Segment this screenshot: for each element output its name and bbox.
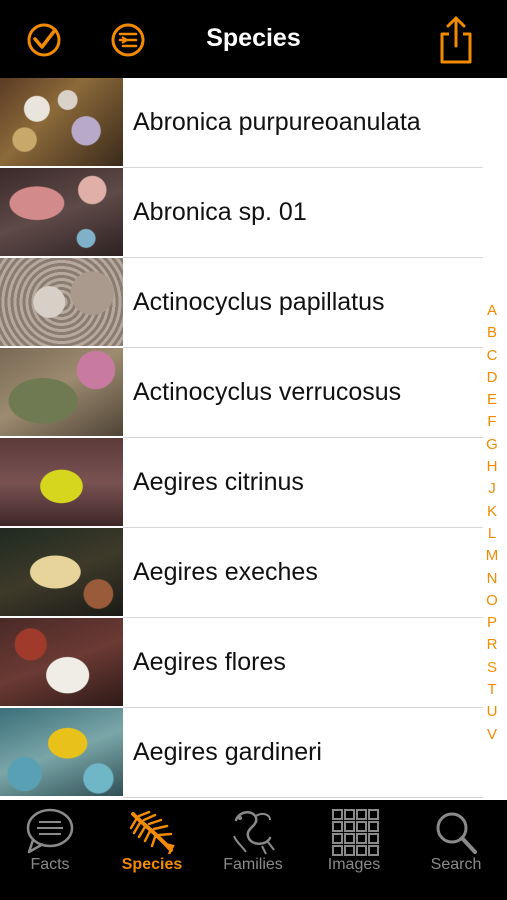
index-letter[interactable]: A [487, 300, 497, 322]
species-name: Abronica sp. 01 [133, 198, 307, 226]
index-letter[interactable]: D [487, 367, 498, 389]
index-letter[interactable]: G [486, 434, 498, 456]
magnifier-icon [436, 812, 477, 854]
species-thumbnail [0, 168, 123, 256]
tab-label: Images [327, 856, 381, 873]
index-letter[interactable]: R [487, 634, 498, 656]
species-name: Aegires exeches [133, 558, 318, 586]
tab-label: Families [223, 856, 283, 873]
species-thumbnail [0, 258, 123, 346]
species-name: Actinocyclus papillatus [133, 288, 385, 316]
alphabet-index[interactable]: ABCDEFGHJKLMNOPRSTUV [483, 300, 501, 746]
species-name: Aegires gardineri [133, 738, 322, 766]
species-thumbnail [0, 618, 123, 706]
tab-facts[interactable]: Facts [0, 800, 100, 900]
index-letter[interactable]: N [487, 568, 498, 590]
species-row[interactable]: Aegires gardineri [0, 708, 507, 798]
page-title: Species [206, 24, 301, 52]
index-letter[interactable]: K [487, 501, 497, 523]
index-letter[interactable]: C [487, 345, 498, 367]
species-thumbnail [0, 78, 123, 166]
index-letter[interactable]: M [486, 545, 499, 567]
speech-bubble-icon [26, 808, 74, 854]
tab-families[interactable]: Families [203, 800, 303, 900]
navigation-bar: Species [0, 0, 507, 78]
species-row[interactable]: Actinocyclus papillatus [0, 258, 507, 348]
species-thumbnail [0, 348, 123, 436]
index-letter[interactable]: S [487, 657, 497, 679]
tab-label: Facts [30, 856, 70, 873]
tab-bar: Facts Species Families Images Search [0, 800, 507, 900]
index-letter[interactable]: B [487, 322, 497, 344]
index-letter[interactable]: O [486, 590, 498, 612]
species-thumbnail [0, 708, 123, 796]
index-letter[interactable]: F [487, 411, 496, 433]
species-row[interactable]: Aegires citrinus [0, 438, 507, 528]
index-letter[interactable]: T [487, 679, 496, 701]
index-letter[interactable]: U [487, 701, 498, 723]
species-list: Abronica purpureoanulata Abronica sp. 01… [0, 78, 507, 800]
share-icon[interactable] [436, 14, 476, 66]
species-row[interactable]: Abronica purpureoanulata [0, 78, 507, 168]
index-letter[interactable]: P [487, 612, 497, 634]
species-row[interactable]: Aegires exeches [0, 528, 507, 618]
species-thumbnail [0, 528, 123, 616]
grid-icon [332, 809, 379, 856]
tab-images[interactable]: Images [304, 800, 404, 900]
species-name: Aegires flores [133, 648, 286, 676]
nudibranch-icon [129, 810, 175, 855]
tab-label: Species [121, 856, 183, 873]
tab-label: Search [430, 856, 482, 873]
species-thumbnail [0, 438, 123, 526]
row-divider [123, 797, 483, 798]
index-letter[interactable]: J [488, 478, 496, 500]
species-row[interactable]: Abronica sp. 01 [0, 168, 507, 258]
species-name: Aegires citrinus [133, 468, 304, 496]
index-letter[interactable]: E [487, 389, 497, 411]
species-name: Abronica purpureoanulata [133, 108, 421, 136]
index-letter[interactable]: V [487, 724, 497, 746]
index-letter[interactable]: H [487, 456, 498, 478]
species-row[interactable]: Aegires flores [0, 618, 507, 708]
family-sketch-icon [233, 811, 275, 855]
species-name: Actinocyclus verrucosus [133, 378, 402, 406]
index-letter[interactable]: L [488, 523, 496, 545]
tab-search[interactable]: Search [406, 800, 506, 900]
species-row[interactable]: Actinocyclus verrucosus [0, 348, 507, 438]
tab-species[interactable]: Species [102, 800, 202, 900]
